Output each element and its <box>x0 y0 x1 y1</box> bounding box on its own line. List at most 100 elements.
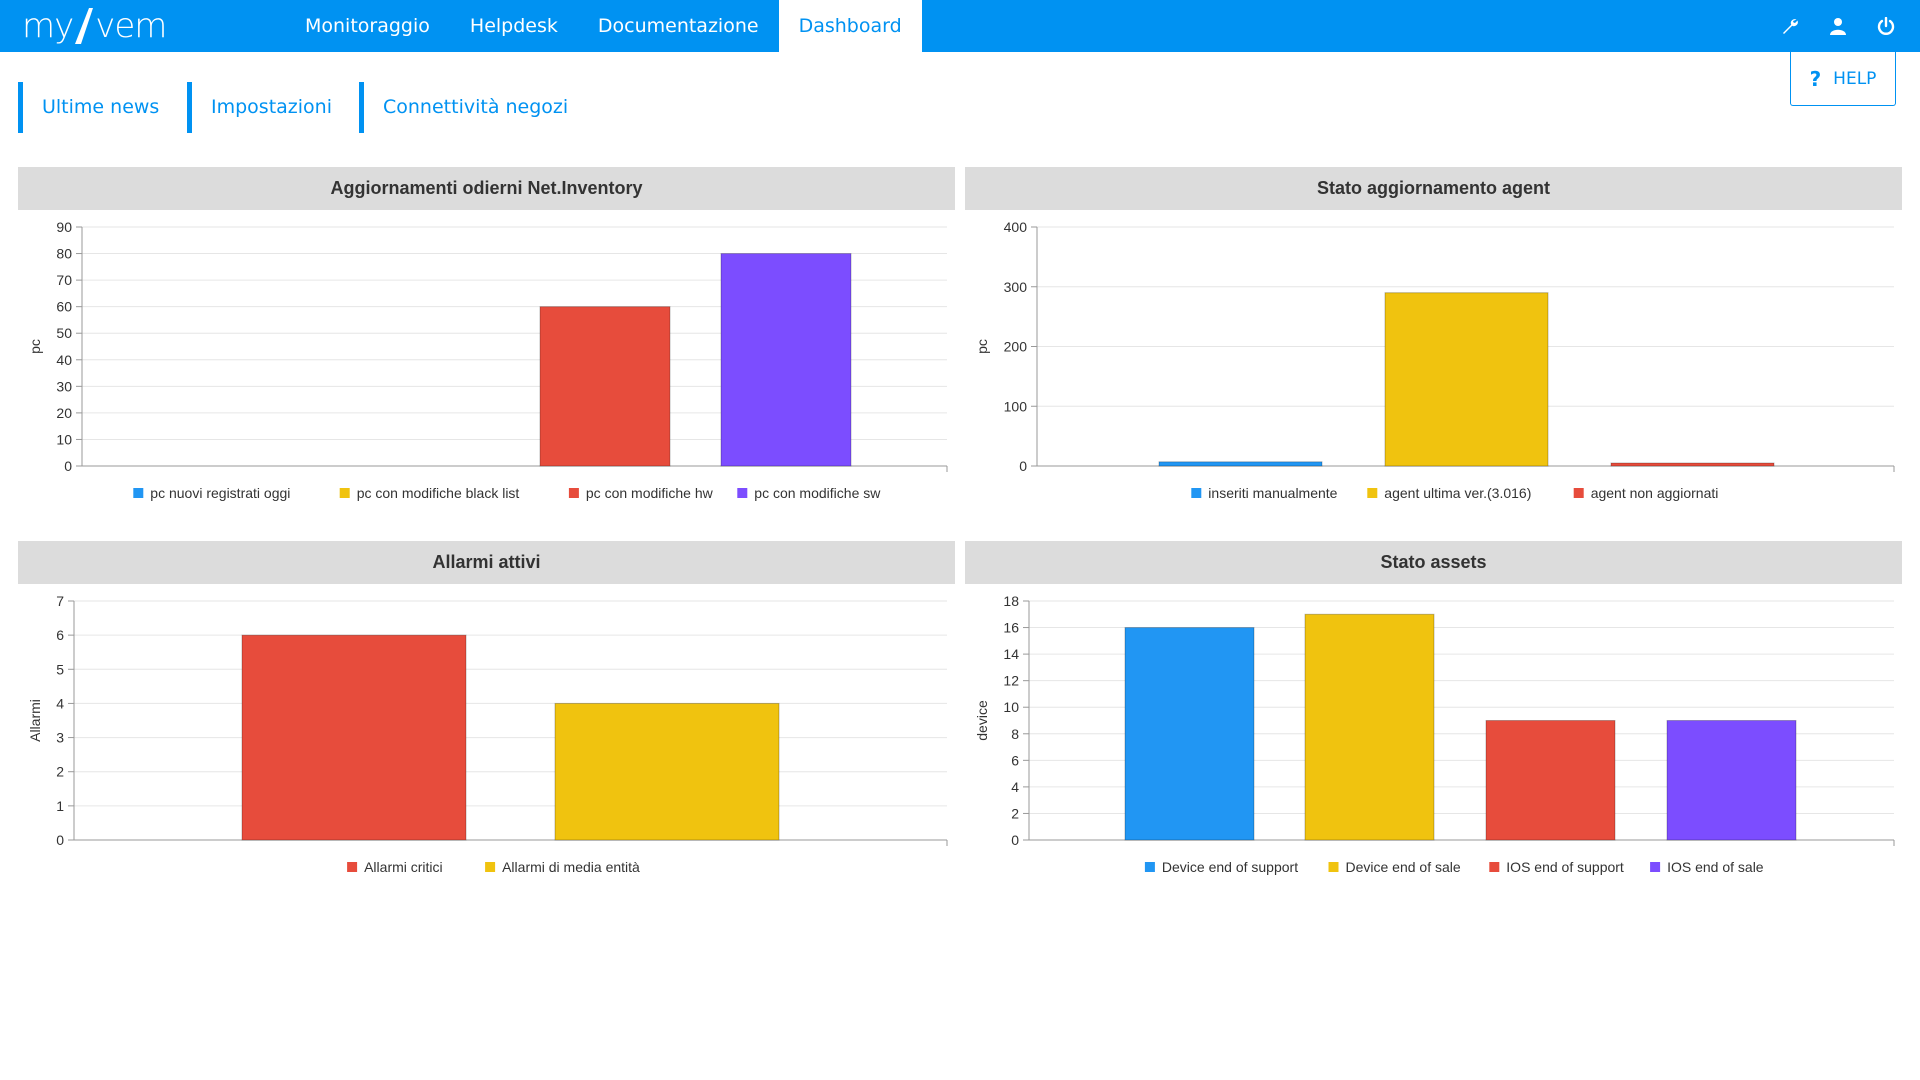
power-icon[interactable] <box>1862 0 1910 52</box>
y-tick-label: 50 <box>56 325 72 341</box>
y-tick-label: 200 <box>1004 339 1028 355</box>
panel-title: Allarmi attivi <box>18 541 955 584</box>
legend-label: Allarmi critici <box>364 859 443 875</box>
legend-label: pc con modifiche hw <box>586 485 714 501</box>
bar-2 <box>1384 292 1549 467</box>
top-navbar: my vem Monitoraggio Helpdesk Documentazi… <box>0 0 1920 52</box>
app-logo[interactable]: my vem <box>22 4 167 48</box>
wrench-icon[interactable] <box>1766 0 1814 52</box>
chart-agent-status: 0 100 200 300 400 pc inseriti manualmente agent… <box>974 219 1895 501</box>
legend-label: IOS end of support <box>1506 859 1624 875</box>
panel-title: Stato assets <box>965 541 1902 584</box>
y-tick-label: 0 <box>1019 458 1027 474</box>
y-axis-label: pc <box>974 339 990 354</box>
legend-label: pc con modifiche sw <box>754 485 881 501</box>
sublink-connettivita-negozi[interactable]: Connettività negozi <box>359 82 568 133</box>
logo-slash-icon <box>75 8 94 44</box>
y-tick-label: 3 <box>56 730 64 746</box>
legend-label: agent non aggiornati <box>1591 485 1719 501</box>
legend-label: Device end of sale <box>1346 859 1461 875</box>
nav-item-helpdesk[interactable]: Helpdesk <box>450 0 578 52</box>
legend-swatch <box>339 488 350 498</box>
y-tick-label: 10 <box>1003 699 1019 715</box>
y-axis-label: device <box>974 700 990 741</box>
logo-text-left: my <box>22 6 74 46</box>
bar-3 <box>539 306 671 467</box>
user-icon[interactable] <box>1814 0 1862 52</box>
legend-swatch <box>1191 488 1202 498</box>
nav-item-monitoraggio[interactable]: Monitoraggio <box>285 0 450 52</box>
y-tick-label: 80 <box>56 246 72 262</box>
help-button[interactable]: ? HELP <box>1790 52 1896 106</box>
y-axis-label: Allarmi <box>27 699 43 742</box>
legend-swatch <box>1144 862 1155 872</box>
y-tick-label: 4 <box>56 695 64 711</box>
legend-label: Device end of support <box>1162 859 1298 875</box>
chart-active-alarms: 0 1 2 3 4 5 6 7 Allarmi Allarmi critici Allarmi di… <box>27 593 948 875</box>
legend-swatch <box>568 488 579 498</box>
panel-assets-status: Stato assets 0 2 4 6 8 10 12 14 16 18 device Device… <box>965 541 1902 881</box>
panel-title: Aggiornamenti odierni Net.Inventory <box>18 167 955 210</box>
y-tick-label: 400 <box>1004 219 1028 235</box>
legend-label: agent ultima ver.(3.016) <box>1384 485 1531 501</box>
y-tick-label: 20 <box>56 405 72 421</box>
logo-text-right: vem <box>95 6 167 46</box>
y-tick-label: 16 <box>1003 620 1019 636</box>
bar-1 <box>1158 461 1323 467</box>
y-tick-label: 0 <box>64 458 72 474</box>
y-tick-label: 4 <box>1011 779 1019 795</box>
y-tick-label: 8 <box>1011 726 1019 742</box>
legend-label: inseriti manualmente <box>1208 485 1337 501</box>
legend-label: IOS end of sale <box>1667 859 1764 875</box>
legend-swatch <box>133 488 144 498</box>
y-tick-label: 18 <box>1003 593 1019 609</box>
y-tick-label: 40 <box>56 352 72 368</box>
bar-2 <box>1304 613 1435 841</box>
bar-1 <box>1124 627 1255 841</box>
legend-swatch <box>1489 862 1500 872</box>
chart-net-inventory: 0 10 20 30 40 50 60 70 80 90 pc pc nuovi registrati… <box>27 219 948 501</box>
chart-assets-status: 0 2 4 6 8 10 12 14 16 18 device Device end of suppo… <box>974 593 1895 875</box>
legend-label: pc con modifiche black list <box>357 485 520 501</box>
legend-swatch <box>1573 488 1584 498</box>
y-tick-label: 0 <box>1011 832 1019 848</box>
legend-swatch <box>1650 862 1661 872</box>
sublink-impostazioni[interactable]: Impostazioni <box>187 82 359 133</box>
panel-active-alarms: Allarmi attivi 0 1 2 3 4 5 6 7 Allarmi Allarmi cr… <box>18 541 955 881</box>
y-tick-label: 70 <box>56 272 72 288</box>
y-tick-label: 12 <box>1003 673 1019 689</box>
panel-net-inventory: Aggiornamenti odierni Net.Inventory 0 10 2… <box>18 167 955 507</box>
sub-navigation: Ultime news Impostazioni Connettività ne… <box>18 82 568 133</box>
bar-4 <box>720 253 852 467</box>
panel-agent-status: Stato aggiornamento agent 0 100 200 300 400 p… <box>965 167 1902 507</box>
nav-item-documentazione[interactable]: Documentazione <box>578 0 779 52</box>
y-tick-label: 100 <box>1004 398 1028 414</box>
nav-item-dashboard[interactable]: Dashboard <box>778 0 922 52</box>
top-icons <box>1766 0 1910 52</box>
y-tick-label: 2 <box>56 764 64 780</box>
y-tick-label: 6 <box>1011 752 1019 768</box>
y-tick-label: 5 <box>56 661 64 677</box>
y-tick-label: 90 <box>56 219 72 235</box>
legend-swatch <box>1328 862 1339 872</box>
y-tick-label: 0 <box>56 832 64 848</box>
y-tick-label: 1 <box>56 798 64 814</box>
sublink-ultime-news[interactable]: Ultime news <box>18 82 187 133</box>
y-axis-label: pc <box>27 339 43 354</box>
bar-3 <box>1610 462 1775 467</box>
y-tick-label: 14 <box>1003 646 1019 662</box>
y-tick-label: 30 <box>56 378 72 394</box>
legend-swatch <box>485 862 496 872</box>
legend-swatch <box>1367 488 1378 498</box>
legend-label: Allarmi di media entità <box>502 859 640 875</box>
y-tick-label: 10 <box>56 431 72 447</box>
bar-1 <box>241 634 467 841</box>
bar-2 <box>554 702 780 841</box>
legend-swatch <box>737 488 748 498</box>
y-tick-label: 7 <box>56 593 64 609</box>
legend-label: pc nuovi registrati oggi <box>150 485 290 501</box>
bar-3 <box>1485 720 1616 841</box>
help-label: HELP <box>1833 68 1877 89</box>
legend-swatch <box>347 862 358 872</box>
y-tick-label: 60 <box>56 299 72 315</box>
